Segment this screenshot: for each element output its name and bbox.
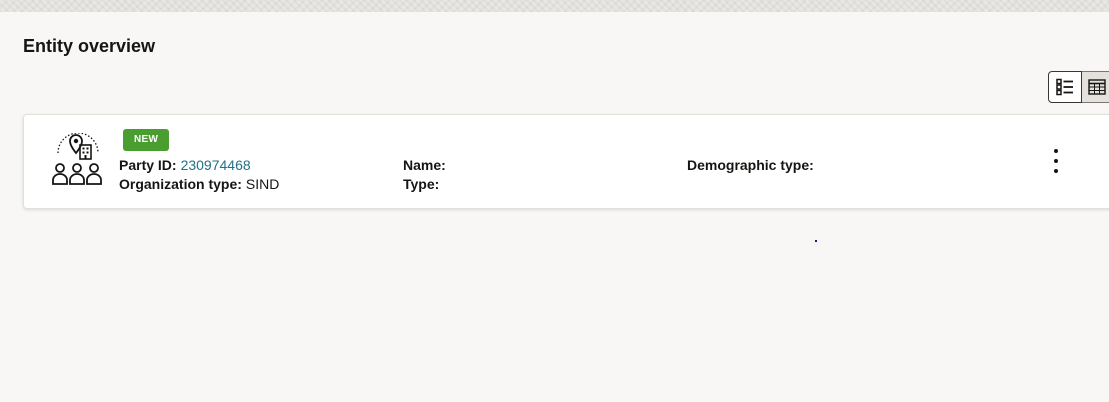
stray-pixel xyxy=(815,240,817,242)
organization-type-value: SIND xyxy=(245,176,280,192)
organization-type-label: Organization type: xyxy=(119,176,242,192)
page-title: Entity overview xyxy=(23,36,156,56)
party-id-link[interactable]: 230974468 xyxy=(181,157,251,173)
status-badge: NEW xyxy=(123,129,170,151)
list-view-button[interactable] xyxy=(1048,71,1082,103)
organization-group-icon xyxy=(52,133,102,185)
demographic-type-label: Demographic type: xyxy=(687,157,814,173)
type-field: Type: xyxy=(403,176,439,192)
more-actions-icon[interactable] xyxy=(1046,149,1066,173)
table-view-button[interactable] xyxy=(1082,71,1109,103)
table-view-icon xyxy=(1088,79,1106,95)
party-id-label: Party ID: xyxy=(119,157,177,173)
name-field: Name: xyxy=(403,157,446,173)
type-label: Type: xyxy=(403,176,440,192)
demographic-type-field: Demographic type: xyxy=(687,157,814,173)
entity-card[interactable]: NEW Party ID: 230974468 Organization type… xyxy=(23,114,1109,209)
party-id-field: Party ID: 230974468 xyxy=(119,157,251,173)
organization-type-field: Organization type: SIND xyxy=(119,176,279,192)
header-strip xyxy=(0,0,1109,12)
name-label: Name: xyxy=(403,157,446,173)
list-view-icon xyxy=(1056,78,1073,96)
view-toggle xyxy=(1048,71,1109,103)
